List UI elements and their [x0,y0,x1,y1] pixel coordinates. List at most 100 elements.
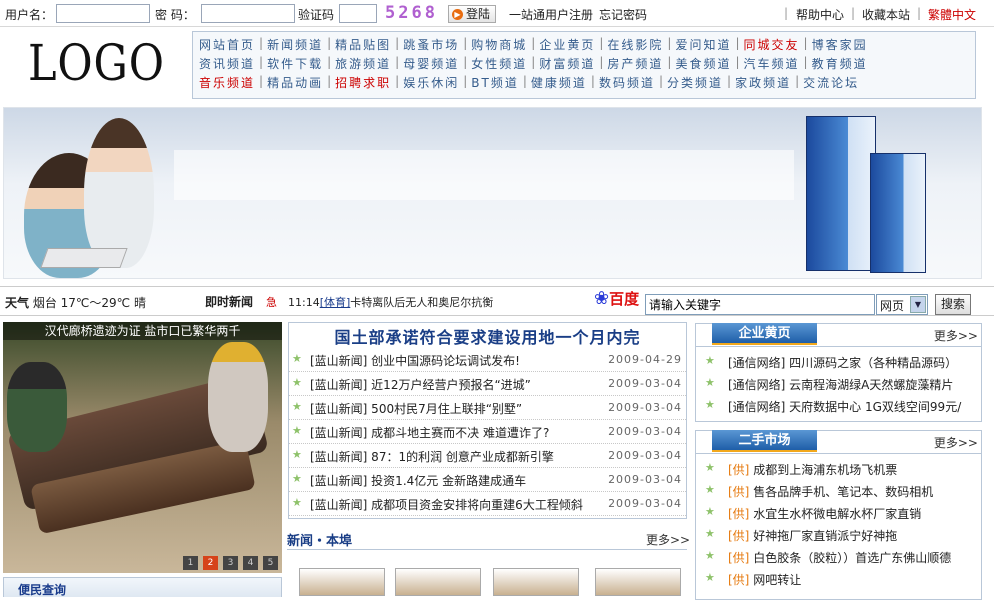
list-item-text[interactable]: [通信网络] 天府数据中心 1G双线空间99元/ [728,398,961,415]
list-item[interactable]: ★ [供] 成都到上海浦东机场飞机票 [696,458,981,480]
item-title[interactable]: 售各品牌手机、笔记本、数码相机 [753,485,933,499]
captcha-image[interactable]: 5268 [385,3,438,23]
nav-item[interactable]: 网站首页 [199,36,255,55]
slide-page-button[interactable]: 3 [223,556,238,570]
nav-item[interactable]: 旅游频道 [335,55,391,74]
nav-item[interactable]: 音乐频道 [199,74,255,93]
item-title[interactable]: 水宜生水杯微电解水杯厂家直销 [753,507,921,521]
news-thumbnail[interactable] [493,568,579,596]
forgot-password-link[interactable]: 忘记密码 [599,6,647,23]
list-item-text[interactable]: [供] 白色胶条（胶粒））首选广东佛山顺德 [728,549,951,566]
nav-item[interactable]: 娱乐休闲 [403,74,459,93]
password-input[interactable] [201,4,295,23]
nav-item[interactable]: 精品动画 [267,74,323,93]
news-row[interactable]: ★ [蓝山新闻] 成都项目资金安排将向重建6大工程倾斜 2009-03-04 [289,492,686,516]
nav-item[interactable]: 购物商城 [471,36,527,55]
captcha-input[interactable] [339,4,377,23]
item-title[interactable]: 网吧转让 [753,573,801,587]
panel-tab[interactable]: 企业黄页 [712,323,817,345]
list-item-text[interactable]: [通信网络] 云南程海湖绿A天然螺旋藻精片 [728,376,953,393]
news-row[interactable]: ★ [蓝山新闻] 投资1.4亿元 金新路建成通车 2009-03-04 [289,468,686,492]
nav-item[interactable]: 精品贴图 [335,36,391,55]
username-input[interactable] [56,4,150,23]
traditional-chinese-link[interactable]: 繁體中文 [928,6,976,23]
list-item-text[interactable]: [通信网络] 四川源码之家（各种精品源码） [728,354,957,371]
list-item[interactable]: ★ [供] 售各品牌手机、笔记本、数码相机 [696,480,981,502]
news-row[interactable]: ★ [蓝山新闻] 近12万户经营户预报名“进城” 2009-03-04 [289,372,686,396]
slide-page-button[interactable]: 1 [183,556,198,570]
slide-page-button[interactable]: 4 [243,556,258,570]
list-item[interactable]: ★ [通信网络] 四川源码之家（各种精品源码） [696,351,981,373]
more-link[interactable]: 更多>> [646,531,690,548]
nav-item[interactable]: 分类频道 [667,74,723,93]
slide-page-button[interactable]: 5 [263,556,278,570]
nav-item[interactable]: 资讯频道 [199,55,255,74]
nav-item[interactable]: 在线影院 [607,36,663,55]
nav-item[interactable]: 新闻频道 [267,36,323,55]
nav-item[interactable]: 同城交友 [744,36,800,55]
photo-caption[interactable]: 汉代廊桥遗迹为证 盐市口已繁华两千 [3,322,282,340]
more-link[interactable]: 更多>> [934,434,978,451]
news-row[interactable]: ★ [蓝山新闻] 500村民7月住上联排“别墅” 2009-03-04 [289,396,686,420]
nav-item[interactable]: 教育频道 [812,55,868,74]
nav-item[interactable]: 跳蚤市场 [403,36,459,55]
news-title[interactable]: [蓝山新闻] 成都斗地主赛而不决 难道遭诈了? [310,424,549,441]
news-title[interactable]: [蓝山新闻] 500村民7月住上联排“别墅” [310,400,522,417]
nav-item[interactable]: BT频道 [471,74,519,93]
login-button[interactable]: ▶ 登陆 [448,5,496,23]
nav-item[interactable]: 软件下载 [267,55,323,74]
more-link[interactable]: 更多>> [934,327,978,344]
news-row[interactable]: ★ [蓝山新闻] 创业中国源码论坛调试发布! 2009-04-29 [289,348,686,372]
list-item-text[interactable]: [供] 水宜生水杯微电解水杯厂家直销 [728,505,921,522]
nav-item[interactable]: 家政频道 [735,74,791,93]
nav-item[interactable]: 交流论坛 [803,74,859,93]
list-item[interactable]: ★ [供] 白色胶条（胶粒））首选广东佛山顺德 [696,546,981,568]
nav-item[interactable]: 爱问知道 [675,36,731,55]
register-link[interactable]: 一站通用户注册 [509,6,593,23]
item-title[interactable]: 白色胶条（胶粒））首选广东佛山顺德 [753,551,951,565]
search-type-select[interactable]: 网页 ▼ [876,294,928,315]
nav-item[interactable]: 女性频道 [471,55,527,74]
list-item[interactable]: ★ [供] 水宜生水杯微电解水杯厂家直销 [696,502,981,524]
news-title[interactable]: [蓝山新闻] 成都项目资金安排将向重建6大工程倾斜 [310,496,583,513]
news-row[interactable]: ★ [蓝山新闻] 87：1的利润 创意产业成都新引擎 2009-03-04 [289,444,686,468]
nav-item[interactable]: 房产频道 [607,55,663,74]
list-item[interactable]: ★ [供] 好神拖厂家直销派宁好神拖 [696,524,981,546]
news-thumbnail[interactable] [299,568,385,596]
headline[interactable]: 国土部承诺符合要求建设用地一个月内完 [289,324,686,348]
panel-tab[interactable]: 二手市场 [712,430,817,452]
photo-slideshow[interactable]: 汉代廊桥遗迹为证 盐市口已繁华两千 [3,322,282,573]
news-row[interactable]: ★ [蓝山新闻] 成都斗地主赛而不决 难道遭诈了? 2009-03-04 [289,420,686,444]
nav-item[interactable]: 企业黄页 [539,36,595,55]
item-title[interactable]: 成都到上海浦东机场飞机票 [753,463,897,477]
nav-item[interactable]: 财富频道 [539,55,595,74]
list-item-text[interactable]: [供] 售各品牌手机、笔记本、数码相机 [728,483,933,500]
news-thumbnail[interactable] [395,568,481,596]
nav-item[interactable]: 汽车频道 [744,55,800,74]
search-input[interactable] [645,294,875,315]
site-logo[interactable]: LOGO [28,34,165,92]
ticker-tag[interactable]: [体育] [320,296,351,309]
news-ticker[interactable]: 11:14[体育]卡特离队后无人和奥尼尔抗衡 [288,294,588,310]
nav-item[interactable]: 数码频道 [599,74,655,93]
chevron-down-icon[interactable]: ▼ [910,296,926,313]
list-item-text[interactable]: [供] 网吧转让 [728,571,801,588]
bookmark-link[interactable]: 收藏本站 [862,6,910,23]
nav-item[interactable]: 招聘求职 [335,74,391,93]
list-item[interactable]: ★ [供] 网吧转让 [696,568,981,590]
nav-item[interactable]: 健康频道 [531,74,587,93]
help-center-link[interactable]: 帮助中心 [796,6,844,23]
slide-page-button[interactable]: 2 [203,556,218,570]
item-title[interactable]: 好神拖厂家直销派宁好神拖 [753,529,897,543]
search-button[interactable]: 搜索 [935,294,971,315]
news-thumbnail[interactable] [595,568,681,596]
news-title[interactable]: [蓝山新闻] 87：1的利润 创意产业成都新引擎 [310,448,554,465]
nav-item[interactable]: 美食频道 [675,55,731,74]
list-item[interactable]: ★ [通信网络] 云南程海湖绿A天然螺旋藻精片 [696,373,981,395]
list-item-text[interactable]: [供] 成都到上海浦东机场飞机票 [728,461,897,478]
news-title[interactable]: [蓝山新闻] 近12万户经营户预报名“进城” [310,376,531,393]
list-item-text[interactable]: [供] 好神拖厂家直销派宁好神拖 [728,527,897,544]
list-item[interactable]: ★ [通信网络] 天府数据中心 1G双线空间99元/ [696,395,981,417]
news-title[interactable]: [蓝山新闻] 投资1.4亿元 金新路建成通车 [310,472,526,489]
ticker-text[interactable]: 卡特离队后无人和奥尼尔抗衡 [350,296,493,309]
